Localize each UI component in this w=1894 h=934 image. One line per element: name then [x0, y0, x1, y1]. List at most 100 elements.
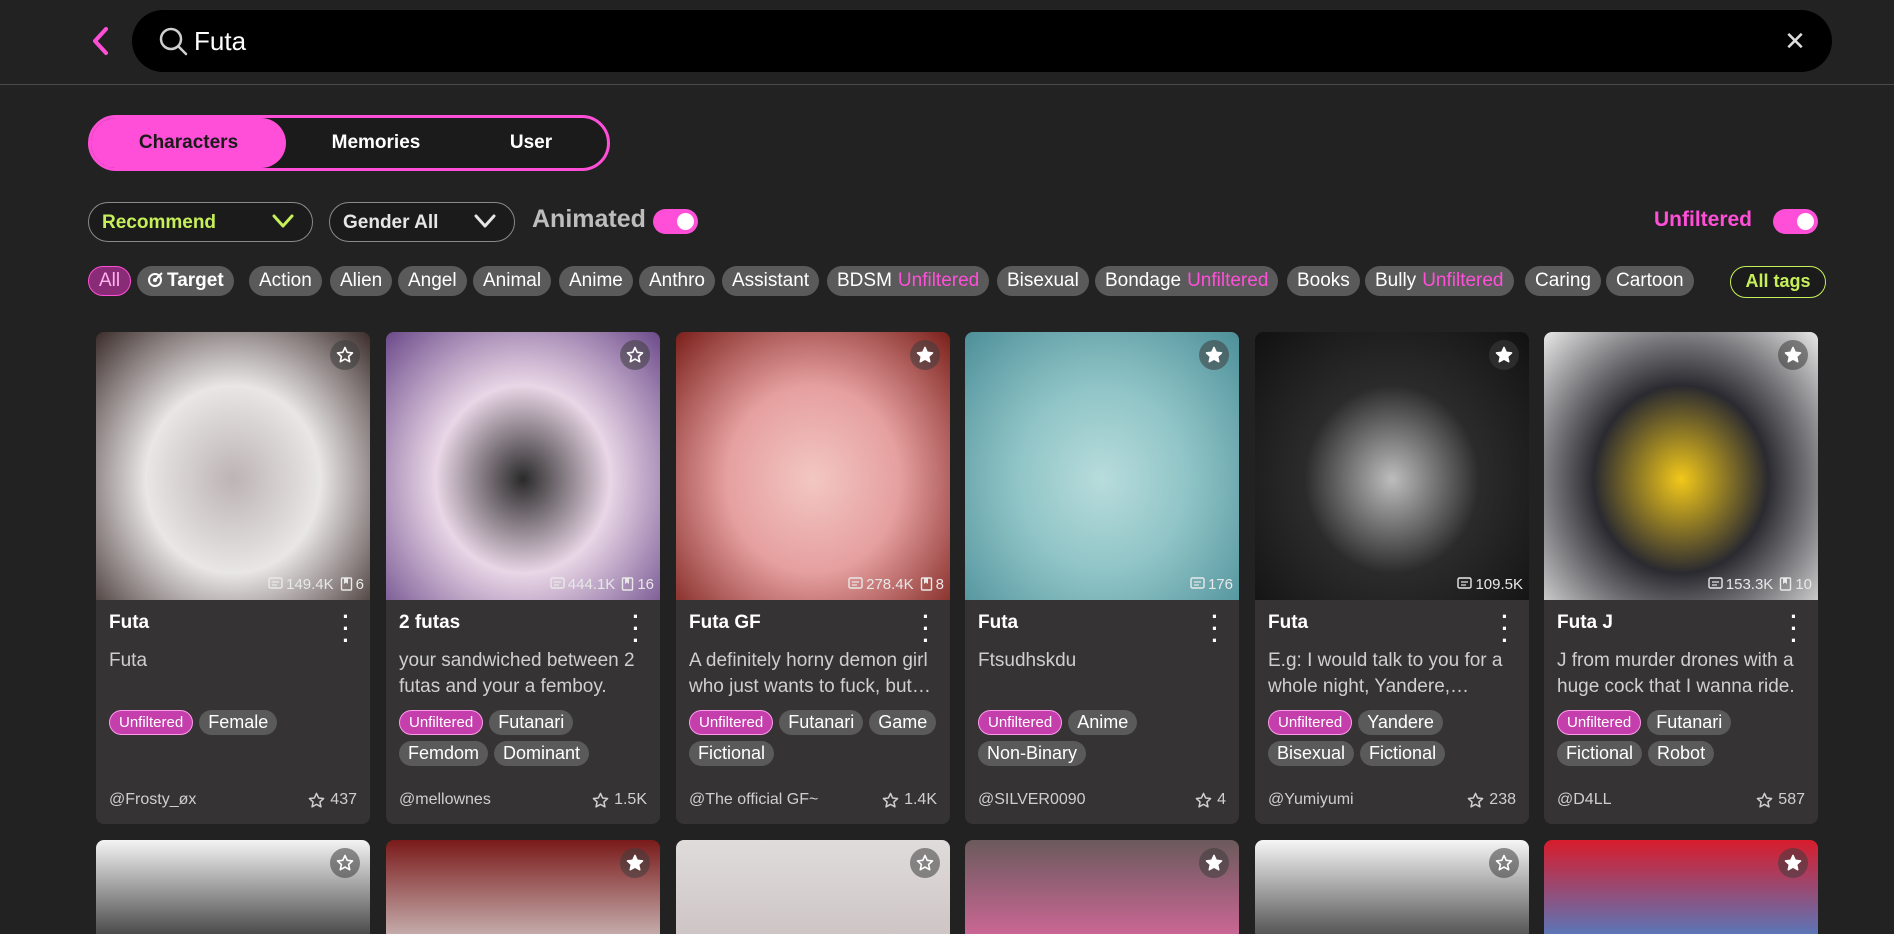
- favorite-button[interactable]: [330, 848, 360, 878]
- tag-target[interactable]: Target: [137, 266, 234, 296]
- card-stats: 278.4K 8: [848, 572, 944, 596]
- favorite-button[interactable]: [330, 340, 360, 370]
- author-handle[interactable]: @mellownes: [399, 791, 491, 809]
- favorite-button[interactable]: [1199, 340, 1229, 370]
- tag-label: Animal: [483, 270, 542, 291]
- tag-anthro[interactable]: Anthro: [639, 266, 715, 296]
- character-tag: Futanari: [1647, 710, 1732, 735]
- tag-bondage[interactable]: Bondage Unfiltered: [1095, 266, 1279, 296]
- star-icon: [1784, 346, 1802, 363]
- character-tag: Femdom: [399, 741, 489, 766]
- tag-cartoon[interactable]: Cartoon: [1606, 266, 1694, 296]
- tag-caring[interactable]: Caring: [1525, 266, 1601, 296]
- favorite-button[interactable]: [620, 848, 650, 878]
- chevron-down-icon: [474, 214, 496, 228]
- tab-characters[interactable]: Characters: [91, 118, 286, 168]
- tag-alien[interactable]: Alien: [330, 266, 393, 296]
- character-card[interactable]: 176 Futa · · · Ftsudhskdu Unfiltered Anime Non-B…: [965, 332, 1239, 824]
- all-tags-button[interactable]: All tags: [1730, 266, 1826, 298]
- star-icon: [916, 854, 934, 871]
- tab-memories[interactable]: Memories: [291, 118, 461, 168]
- more-options-icon[interactable]: · · ·: [336, 606, 356, 652]
- character-card[interactable]: 153.3K 10 Futa J · · · J from murder drones wi…: [1544, 332, 1818, 824]
- favorite-button[interactable]: [1489, 340, 1519, 370]
- memory-icon: [622, 577, 634, 591]
- gender-dropdown-label: Gender All: [343, 212, 439, 233]
- sort-dropdown[interactable]: Recommend: [88, 202, 313, 242]
- favorite-button[interactable]: [1199, 848, 1229, 878]
- more-options-icon[interactable]: · · ·: [1495, 606, 1515, 652]
- character-card[interactable]: 278.4K 8 Futa GF · · · A definitely horny demo…: [676, 332, 950, 824]
- character-image: [965, 332, 1239, 600]
- card-stats: 149.4K 6: [268, 572, 364, 596]
- likes-value: 238: [1489, 791, 1516, 808]
- tag-bdsm[interactable]: BDSM Unfiltered: [827, 266, 990, 296]
- tag-assistant[interactable]: Assistant: [722, 266, 820, 296]
- tag-label: Books: [1297, 270, 1350, 291]
- more-options-icon[interactable]: · · ·: [1784, 606, 1804, 652]
- unfiltered-toggle[interactable]: [1773, 209, 1818, 234]
- character-card[interactable]: 149.4K 6 Futa · · · Futa Unfiltered Female @Frost…: [96, 332, 370, 824]
- back-arrow-icon[interactable]: [88, 24, 114, 58]
- character-description: Futa: [109, 650, 148, 671]
- tag-anime[interactable]: Anime: [559, 266, 633, 296]
- favorite-button[interactable]: [620, 340, 650, 370]
- star-outline-icon: [882, 792, 899, 808]
- tag-label: Caring: [1535, 270, 1591, 291]
- character-description: A definitely horny demon girl who just w…: [689, 650, 928, 697]
- favorite-button[interactable]: [1778, 848, 1808, 878]
- character-tag: Non-Binary: [978, 741, 1087, 766]
- tag-all[interactable]: All: [88, 266, 132, 296]
- character-card-partial[interactable]: [1544, 840, 1818, 934]
- author-handle[interactable]: @The official GF~: [689, 791, 818, 809]
- character-card-partial[interactable]: [1255, 840, 1529, 934]
- tab-user[interactable]: User: [471, 118, 591, 168]
- character-card[interactable]: 444.1K 16 2 futas · · · your sandwiched betwee…: [386, 332, 660, 824]
- favorite-button[interactable]: [910, 340, 940, 370]
- character-image: [96, 332, 370, 600]
- chat-count: 153.3K: [1725, 575, 1774, 593]
- animated-toggle[interactable]: [653, 209, 698, 234]
- character-description: E.g: I would talk to you for a whole nig…: [1268, 650, 1503, 697]
- tag-animal[interactable]: Animal: [473, 266, 552, 296]
- search-input[interactable]: [194, 20, 1694, 62]
- tag-angel[interactable]: Angel: [398, 266, 467, 296]
- star-icon: [626, 854, 644, 871]
- star-icon: [336, 854, 354, 871]
- character-description: J from murder drones with a huge cock th…: [1557, 650, 1795, 697]
- character-card-partial[interactable]: [96, 840, 370, 934]
- tag-label: Alien: [340, 270, 383, 291]
- author-handle[interactable]: @Yumiyumi: [1268, 791, 1354, 809]
- more-options-icon[interactable]: · · ·: [626, 606, 646, 652]
- author-handle[interactable]: @Frosty_øx: [109, 791, 196, 809]
- tag-bisexual[interactable]: Bisexual: [997, 266, 1089, 296]
- unfiltered-tag-suffix: Unfiltered: [1187, 270, 1269, 291]
- memory-count: 16: [637, 575, 654, 593]
- character-tag: Dominant: [494, 741, 590, 766]
- unfiltered-tag-suffix: Unfiltered: [897, 270, 980, 291]
- card-stats: 444.1K 16: [550, 572, 654, 596]
- tag-bully[interactable]: Bully Unfiltered: [1365, 266, 1514, 296]
- author-handle[interactable]: @D4LL: [1557, 791, 1612, 809]
- more-options-icon[interactable]: · · ·: [916, 606, 936, 652]
- favorite-button[interactable]: [910, 848, 940, 878]
- clear-search-icon[interactable]: ✕: [1782, 28, 1808, 54]
- chat-count: 176: [1207, 575, 1233, 593]
- search-bar: ✕: [132, 10, 1832, 72]
- tag-books[interactable]: Books: [1287, 266, 1360, 296]
- character-card-partial[interactable]: [965, 840, 1239, 934]
- character-card-partial[interactable]: [676, 840, 950, 934]
- likes-value: 437: [330, 791, 357, 808]
- favorite-button[interactable]: [1489, 848, 1519, 878]
- favorite-button[interactable]: [1778, 340, 1808, 370]
- character-card-partial[interactable]: [386, 840, 660, 934]
- tag-label: Action: [259, 270, 312, 291]
- character-card[interactable]: 109.5K Futa · · · E.g: I would talk to you fo…: [1255, 332, 1529, 824]
- chat-count: 278.4K: [866, 575, 914, 593]
- gender-dropdown[interactable]: Gender All: [329, 202, 515, 242]
- tag-action[interactable]: Action: [249, 266, 322, 296]
- character-tag: Game: [869, 710, 937, 735]
- author-handle[interactable]: @SILVER0090: [978, 791, 1086, 809]
- chat-count: 444.1K: [567, 575, 616, 593]
- more-options-icon[interactable]: · · ·: [1205, 606, 1225, 652]
